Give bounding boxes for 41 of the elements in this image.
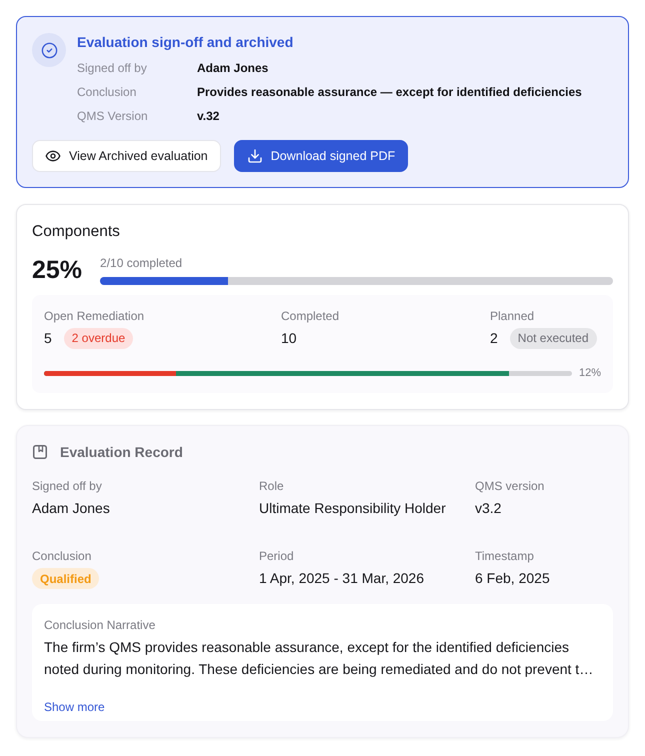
view-archived-button[interactable]: View Archived evaluation (32, 140, 221, 172)
field-label: Timestamp (475, 548, 534, 564)
field-value: v.32 (197, 108, 220, 125)
field-label: Signed off by (77, 60, 148, 77)
field-label: Role (259, 478, 284, 494)
field-label: QMS Version (77, 108, 149, 125)
field-label: Signed off by (32, 478, 102, 494)
field-label: Conclusion (32, 548, 92, 564)
field-value: v3.2 (475, 499, 502, 518)
field-value: Adam Jones (32, 499, 110, 518)
status-badge: Not executed (510, 328, 597, 348)
field-value: 6 Feb, 2025 (475, 569, 550, 588)
field-label: Conclusion (77, 84, 138, 101)
stat-value: 10 (281, 329, 297, 348)
stat-label: Completed (281, 308, 340, 324)
bookmark-icon (33, 445, 47, 459)
field-label: QMS version (475, 478, 544, 494)
status-badge: 2 overdue (64, 328, 134, 348)
narrative-label: Conclusion Narrative (44, 617, 156, 633)
progress-caption: 2/10 completed (100, 255, 184, 271)
stat-value: 5 (44, 329, 52, 348)
completion-percent: 25% (32, 255, 82, 285)
banner-title: Evaluation sign-off and archived (77, 33, 294, 52)
stat-label: Planned (490, 308, 536, 324)
stat-label: Open Remediation (44, 308, 146, 324)
card-title: Components (32, 222, 121, 242)
eye-icon (45, 148, 61, 164)
stat-value: 2 (490, 329, 498, 348)
narrative-text: The firm’s QMS provides reasonable assurance, except for the identified deficiencies noted during monitoring. These deficiencies are being remediated and do not prevent t… (44, 638, 594, 679)
show-more-link[interactable]: Show more (44, 699, 105, 715)
field-label: Period (259, 548, 294, 564)
conclusion-badge: Qualified (32, 568, 100, 589)
field-value: 1 Apr, 2025 - 31 Mar, 2026 (259, 569, 424, 588)
download-icon (246, 148, 263, 164)
field-value: Provides reasonable assurance — except for identified deficiencies (197, 84, 582, 101)
field-value: Ultimate Responsibility Holder (259, 499, 446, 518)
check-circle-icon (32, 33, 66, 67)
breakdown-reading: 12% (578, 366, 601, 380)
field-value: Adam Jones (197, 60, 270, 77)
card-title: Evaluation Record (60, 444, 183, 460)
download-pdf-button[interactable]: Download signed PDF (234, 140, 408, 172)
